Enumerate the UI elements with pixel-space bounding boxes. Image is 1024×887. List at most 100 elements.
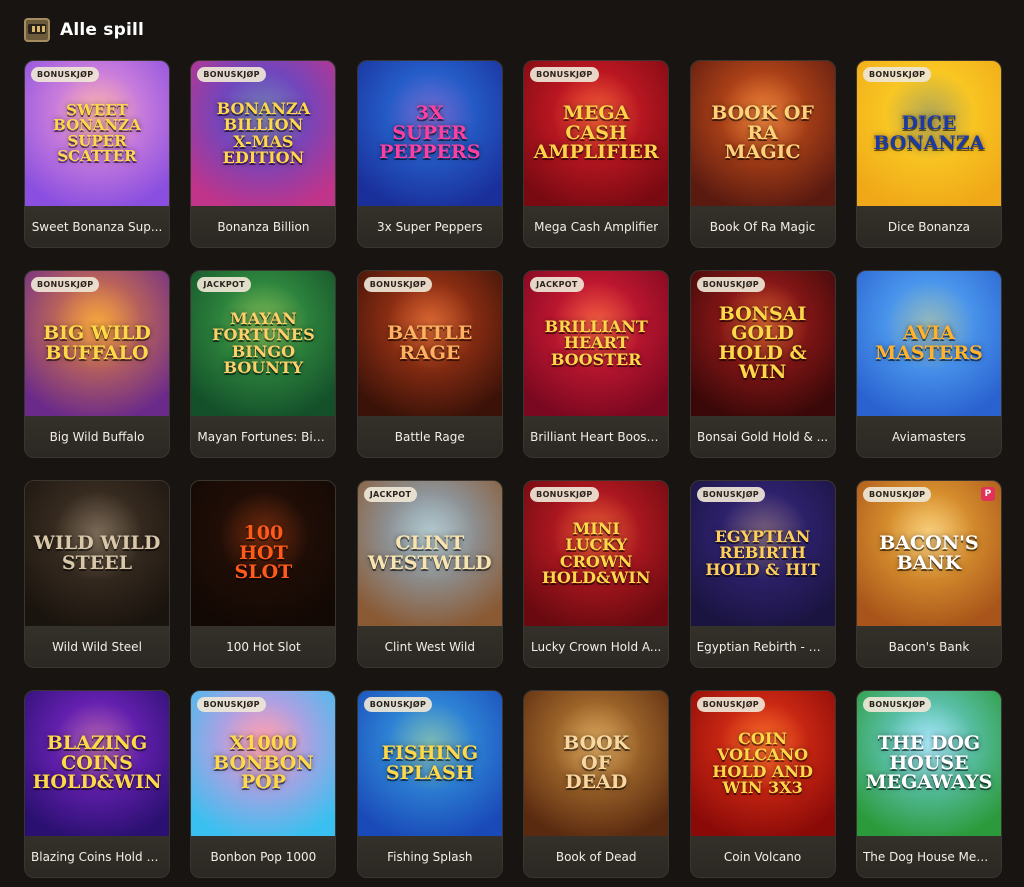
game-card[interactable]: BONUSKJØP Coin Volcano Hold and Win 3x3 Co… [689, 690, 836, 878]
game-thumbnail[interactable]: BONUSKJØP Bonsai Gold Hold & Win [690, 271, 835, 416]
game-name-bar[interactable]: Wild Wild Steel [25, 626, 169, 667]
game-badge: BONUSKJØP [197, 697, 266, 712]
game-card[interactable]: BONUSKJØP Mega Cash Amplifier Mega Cash Am… [523, 60, 670, 248]
game-badge: BONUSKJØP [31, 67, 100, 82]
game-card[interactable]: BONUSKJØP Battle Rage Battle Rage [356, 270, 503, 458]
game-name-bar[interactable]: Mega Cash Amplifier [524, 206, 669, 247]
game-name-bar[interactable]: Fishing Splash [357, 836, 502, 877]
game-thumbnail[interactable]: BONUSKJØP Dice Bonanza [856, 61, 1001, 206]
game-logo-text: Clint Westwild [367, 532, 492, 574]
game-card[interactable]: JACKPOT Clint Westwild Clint West Wild [356, 480, 503, 668]
game-card[interactable]: BONUSKJØP Dice Bonanza Dice Bonanza [855, 60, 1002, 248]
game-name-bar[interactable]: Bonanza Billion [191, 206, 336, 247]
game-thumbnail[interactable]: BONUSKJØP Mega Cash Amplifier [524, 61, 669, 206]
game-name: Aviamasters [892, 429, 966, 444]
game-name: Fishing Splash [387, 849, 473, 864]
game-name-bar[interactable]: Bonsai Gold Hold & ... [690, 416, 835, 457]
game-logo-text: Mini Lucky Crown Hold&Win [541, 518, 651, 587]
game-card[interactable]: BONUSKJØP Fishing Splash Fishing Splash [356, 690, 503, 878]
game-name: The Dog House Meg... [862, 849, 995, 864]
game-logo-text: Egyptian Rebirth Hold & Hit [705, 527, 820, 579]
game-badge: BONUSKJØP [696, 697, 765, 712]
game-thumbnail[interactable]: Blazing Coins Hold&Win [25, 691, 169, 836]
game-name-bar[interactable]: Book Of Ra Magic [690, 206, 835, 247]
game-logo-text: Mayan Fortunes Bingo Bounty [212, 308, 315, 377]
game-name-bar[interactable]: 100 Hot Slot [191, 626, 336, 667]
game-thumbnail[interactable]: BONUSKJØP x1000 Bonbon Pop [191, 691, 336, 836]
game-thumbnail[interactable]: BONUSKJØP Big Wild Buffalo [25, 271, 169, 416]
game-thumbnail[interactable]: JACKPOT Brilliant Heart Booster [524, 271, 669, 416]
game-name-bar[interactable]: 3x Super Peppers [357, 206, 502, 247]
game-card[interactable]: BONUSKJØP Bonsai Gold Hold & Win Bonsai Go… [689, 270, 836, 458]
game-card[interactable]: Book of Ra Magic Book Of Ra Magic [689, 60, 836, 248]
game-thumbnail[interactable]: Wild Wild Steel [25, 481, 169, 626]
game-card[interactable]: JACKPOT Mayan Fortunes Bingo Bounty Mayan … [190, 270, 337, 458]
game-thumbnail[interactable]: BONUSKJØP Sweet Bonanza Super Scatter [25, 61, 169, 206]
game-card[interactable]: BONUSKJØP x1000 Bonbon Pop Bonbon Pop 1000 [190, 690, 337, 878]
game-thumbnail[interactable]: BONUSKJØP Bonanza Billion X-mas Edition [191, 61, 336, 206]
game-name-bar[interactable]: Bacon's Bank [856, 626, 1001, 667]
game-badge: BONUSKJØP [696, 487, 765, 502]
game-card[interactable]: JACKPOT Brilliant Heart Booster Brilliant … [523, 270, 670, 458]
game-card[interactable]: Book of Dead Book of Dead [523, 690, 670, 878]
game-thumbnail[interactable]: BONUSKJØP P Bacon's Bank [856, 481, 1001, 626]
game-card[interactable]: BONUSKJØP Sweet Bonanza Super Scatter Swee… [24, 60, 170, 248]
game-name-bar[interactable]: Aviamasters [856, 416, 1001, 457]
game-thumbnail[interactable]: BONUSKJØP Coin Volcano Hold and Win 3x3 [690, 691, 835, 836]
game-logo-text: Blazing Coins Hold&Win [32, 732, 162, 794]
game-thumbnail[interactable]: BONUSKJØP Fishing Splash [357, 691, 502, 836]
game-name-bar[interactable]: Big Wild Buffalo [25, 416, 169, 457]
game-badge: BONUSKJØP [696, 277, 765, 292]
game-name-bar[interactable]: Egyptian Rebirth - H... [690, 626, 835, 667]
game-logo-text: Dice Bonanza [873, 112, 985, 154]
game-thumbnail[interactable]: Book of Dead [524, 691, 669, 836]
game-card[interactable]: BONUSKJØP The Dog House Megaways The Dog H… [855, 690, 1002, 878]
game-name: Book Of Ra Magic [709, 219, 816, 234]
game-name: Clint West Wild [384, 639, 475, 654]
game-thumbnail[interactable]: BONUSKJØP Battle Rage [357, 271, 502, 416]
game-thumbnail[interactable]: Avia Masters [856, 271, 1001, 416]
game-card[interactable]: BONUSKJØP Big Wild Buffalo Big Wild Buffal… [24, 270, 170, 458]
game-name: 100 Hot Slot [226, 639, 301, 654]
game-name-bar[interactable]: Clint West Wild [357, 626, 502, 667]
game-card[interactable]: Wild Wild Steel Wild Wild Steel [24, 480, 170, 668]
game-name-bar[interactable]: Bonbon Pop 1000 [191, 836, 336, 877]
game-card[interactable]: BONUSKJØP Mini Lucky Crown Hold&Win Lucky … [523, 480, 670, 668]
game-name-bar[interactable]: Book of Dead [524, 836, 669, 877]
game-thumbnail[interactable]: JACKPOT Mayan Fortunes Bingo Bounty [191, 271, 336, 416]
game-card[interactable]: BONUSKJØP P Bacon's Bank Bacon's Bank [855, 480, 1002, 668]
game-logo-text: Wild Wild Steel [33, 532, 161, 574]
game-card[interactable]: 100 Hot Slot 100 Hot Slot [190, 480, 337, 668]
game-badge: BONUSKJØP [530, 67, 599, 82]
game-thumbnail[interactable]: 100 Hot Slot [191, 481, 336, 626]
game-name-bar[interactable]: The Dog House Meg... [856, 836, 1001, 877]
game-card[interactable]: 3x Super Peppers 3x Super Peppers [356, 60, 503, 248]
game-name: Battle Rage [394, 429, 465, 444]
game-thumbnail[interactable]: BONUSKJØP Egyptian Rebirth Hold & Hit [690, 481, 835, 626]
game-card[interactable]: BONUSKJØP Bonanza Billion X-mas Edition Bo… [190, 60, 337, 248]
game-name-bar[interactable]: Brilliant Heart Booster [524, 416, 669, 457]
game-name-bar[interactable]: Blazing Coins Hold a... [25, 836, 169, 877]
game-name: Big Wild Buffalo [49, 429, 145, 444]
game-card[interactable]: BONUSKJØP Egyptian Rebirth Hold & Hit Egyp… [689, 480, 836, 668]
game-name-bar[interactable]: Coin Volcano [690, 836, 835, 877]
game-thumbnail[interactable]: BONUSKJØP The Dog House Megaways [856, 691, 1001, 836]
game-name: Coin Volcano [723, 849, 802, 864]
game-thumbnail[interactable]: JACKPOT Clint Westwild [357, 481, 502, 626]
game-name: Bonbon Pop 1000 [210, 849, 317, 864]
game-name-bar[interactable]: Sweet Bonanza Sup... [25, 206, 169, 247]
game-card[interactable]: Blazing Coins Hold&Win Blazing Coins Hold… [24, 690, 170, 878]
game-badge: BONUSKJØP [31, 277, 100, 292]
game-logo-text: Brilliant Heart Booster [544, 317, 648, 369]
game-name-bar[interactable]: Lucky Crown Hold A... [524, 626, 669, 667]
game-name-bar[interactable]: Mayan Fortunes: Bin... [191, 416, 336, 457]
game-thumbnail[interactable]: Book of Ra Magic [690, 61, 835, 206]
game-logo-text: Bonsai Gold Hold & Win [718, 302, 807, 383]
game-thumbnail[interactable]: BONUSKJØP Mini Lucky Crown Hold&Win [524, 481, 669, 626]
game-badge: JACKPOT [530, 277, 584, 292]
game-card[interactable]: Avia Masters Aviamasters [855, 270, 1002, 458]
game-thumbnail[interactable]: 3x Super Peppers [357, 61, 502, 206]
game-name-bar[interactable]: Dice Bonanza [856, 206, 1001, 247]
game-logo-text: The Dog House Megaways [865, 732, 993, 794]
game-name-bar[interactable]: Battle Rage [357, 416, 502, 457]
